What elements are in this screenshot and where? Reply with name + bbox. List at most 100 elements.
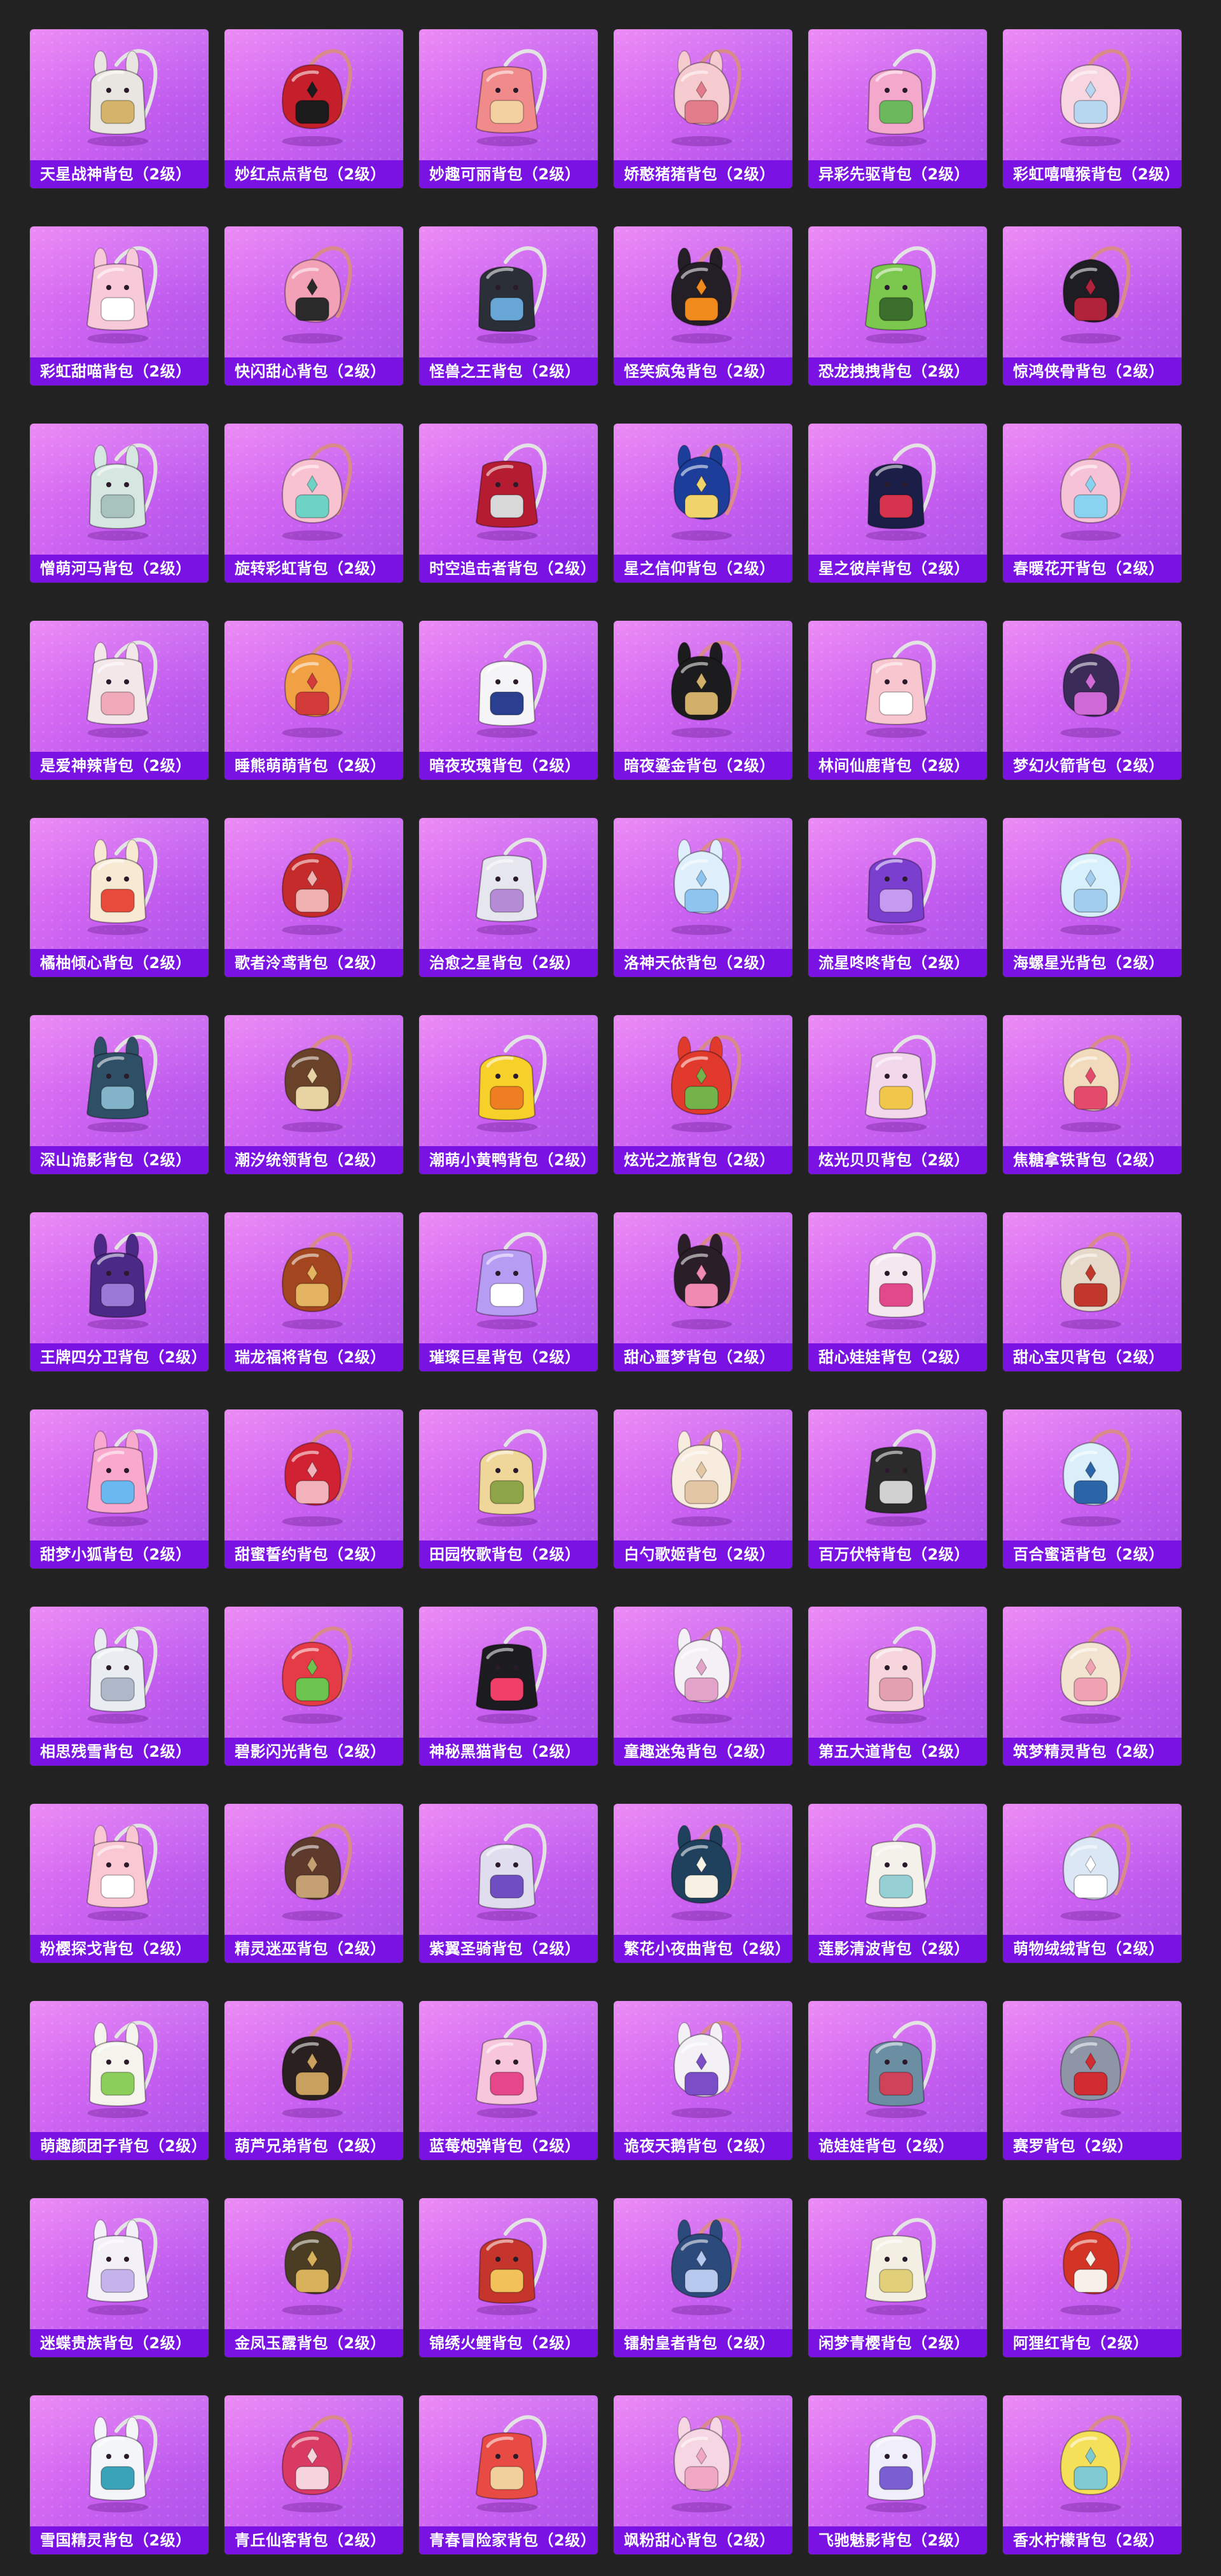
backpack-card[interactable]: 闲梦青樱背包（2级） [808,2198,987,2357]
backpack-name: 闲梦青樱背包（2级） [818,2334,970,2352]
backpack-name: 快闪甜心背包（2级） [235,363,386,380]
backpack-name: 筑梦精灵背包（2级） [1013,1743,1164,1761]
backpack-card[interactable]: 歌者泠鸢背包（2级） [224,818,403,977]
backpack-card[interactable]: 甜心娃娃背包（2级） [808,1212,987,1371]
backpack-card[interactable]: 童趣迷兔背包（2级） [614,1607,792,1766]
backpack-card[interactable]: 筑梦精灵背包（2级） [1003,1607,1182,1766]
backpack-card[interactable]: 炫光贝贝背包（2级） [808,1015,987,1174]
backpack-card[interactable]: 诡夜天鹅背包（2级） [614,2001,792,2160]
backpack-card[interactable]: 精灵迷巫背包（2级） [224,1804,403,1963]
backpack-card[interactable]: 锦绣火鲤背包（2级） [419,2198,598,2357]
backpack-card[interactable]: 时空追击者背包（2级） [419,424,598,583]
backpack-card[interactable]: 橘柚倾心背包（2级） [30,818,209,977]
backpack-card[interactable]: 金凤玉露背包（2级） [224,2198,403,2357]
backpack-label-bar: 童趣迷兔背包（2级） [614,1738,792,1766]
backpack-card[interactable]: 镭射皇者背包（2级） [614,2198,792,2357]
backpack-card[interactable]: 深山诡影背包（2级） [30,1015,209,1174]
backpack-card[interactable]: 是爱神辣背包（2级） [30,621,209,780]
backpack-card[interactable]: 彩虹嘻嘻猴背包（2级） [1003,29,1182,188]
backpack-card[interactable]: 白勺歌姬背包（2级） [614,1409,792,1568]
backpack-card[interactable]: 恐龙拽拽背包（2级） [808,226,987,385]
backpack-icon [614,1804,792,1931]
backpack-card[interactable]: 璀璨巨星背包（2级） [419,1212,598,1371]
backpack-card[interactable]: 洛神天依背包（2级） [614,818,792,977]
backpack-card[interactable]: 妙趣可丽背包（2级） [419,29,598,188]
backpack-label-bar: 睡熊萌萌背包（2级） [224,752,403,780]
backpack-card[interactable]: 百万伏特背包（2级） [808,1409,987,1568]
backpack-card[interactable]: 睡熊萌萌背包（2级） [224,621,403,780]
backpack-card[interactable]: 百合蜜语背包（2级） [1003,1409,1182,1568]
backpack-card[interactable]: 焦糖拿铁背包（2级） [1003,1015,1182,1174]
backpack-label-bar: 流星咚咚背包（2级） [808,949,987,977]
backpack-card[interactable]: 莲影清波背包（2级） [808,1804,987,1963]
backpack-icon [224,2198,403,2325]
backpack-card[interactable]: 蓝莓炮弹背包（2级） [419,2001,598,2160]
backpack-name: 恐龙拽拽背包（2级） [818,363,970,380]
backpack-card[interactable]: 怪笑疯兔背包（2级） [614,226,792,385]
backpack-card[interactable]: 青春冒险家背包（2级） [419,2395,598,2554]
backpack-card[interactable]: 萌趣颜团子背包（2级） [30,2001,209,2160]
backpack-card[interactable]: 第五大道背包（2级） [808,1607,987,1766]
backpack-card[interactable]: 迷蝶贵族背包（2级） [30,2198,209,2357]
backpack-card[interactable]: 繁花小夜曲背包（2级） [614,1804,792,1963]
backpack-card[interactable]: 海螺星光背包（2级） [1003,818,1182,977]
backpack-icon [419,226,598,354]
backpack-card[interactable]: 飒粉甜心背包（2级） [614,2395,792,2554]
backpack-card[interactable]: 甜蜜誓约背包（2级） [224,1409,403,1568]
backpack-icon [224,2395,403,2523]
backpack-name: 治愈之星背包（2级） [429,954,581,972]
backpack-card[interactable]: 诡娃娃背包（2级） [808,2001,987,2160]
backpack-card[interactable]: 旋转彩虹背包（2级） [224,424,403,583]
backpack-card[interactable]: 星之信仰背包（2级） [614,424,792,583]
backpack-card[interactable]: 飞驰魅影背包（2级） [808,2395,987,2554]
backpack-card[interactable]: 阿狸红背包（2级） [1003,2198,1182,2357]
backpack-card[interactable]: 彩虹甜喵背包（2级） [30,226,209,385]
backpack-card[interactable]: 炫光之旅背包（2级） [614,1015,792,1174]
backpack-card[interactable]: 娇憨猪猪背包（2级） [614,29,792,188]
backpack-label-bar: 百合蜜语背包（2级） [1003,1541,1182,1568]
backpack-card[interactable]: 赛罗背包（2级） [1003,2001,1182,2160]
backpack-card[interactable]: 瑞龙福将背包（2级） [224,1212,403,1371]
backpack-card[interactable]: 相思残雪背包（2级） [30,1607,209,1766]
backpack-card[interactable]: 星之彼岸背包（2级） [808,424,987,583]
backpack-icon [224,818,403,945]
backpack-icon [808,226,987,354]
backpack-card[interactable]: 暗夜玫瑰背包（2级） [419,621,598,780]
backpack-card[interactable]: 神秘黑猫背包（2级） [419,1607,598,1766]
backpack-card[interactable]: 甜心宝贝背包（2级） [1003,1212,1182,1371]
backpack-label-bar: 春暖花开背包（2级） [1003,555,1182,583]
backpack-card[interactable]: 田园牧歌背包（2级） [419,1409,598,1568]
backpack-name: 迷蝶贵族背包（2级） [40,2334,191,2352]
backpack-card[interactable]: 天星战神背包（2级） [30,29,209,188]
backpack-card[interactable]: 梦幻火箭背包（2级） [1003,621,1182,780]
backpack-card[interactable]: 甜心噩梦背包（2级） [614,1212,792,1371]
backpack-label-bar: 璀璨巨星背包（2级） [419,1343,598,1371]
backpack-card[interactable]: 异彩先驱背包（2级） [808,29,987,188]
backpack-card[interactable]: 治愈之星背包（2级） [419,818,598,977]
backpack-icon [30,1607,209,1734]
backpack-card[interactable]: 快闪甜心背包（2级） [224,226,403,385]
backpack-card[interactable]: 葫芦兄弟背包（2级） [224,2001,403,2160]
backpack-card[interactable]: 流星咚咚背包（2级） [808,818,987,977]
backpack-card[interactable]: 憎萌河马背包（2级） [30,424,209,583]
backpack-card[interactable]: 萌物绒绒背包（2级） [1003,1804,1182,1963]
backpack-card[interactable]: 惊鸿侠骨背包（2级） [1003,226,1182,385]
backpack-card[interactable]: 甜梦小狐背包（2级） [30,1409,209,1568]
backpack-card[interactable]: 紫翼圣骑背包（2级） [419,1804,598,1963]
backpack-card[interactable]: 雪国精灵背包（2级） [30,2395,209,2554]
backpack-card[interactable]: 碧影闪光背包（2级） [224,1607,403,1766]
backpack-label-bar: 瑞龙福将背包（2级） [224,1343,403,1371]
backpack-card[interactable]: 香水柠檬背包（2级） [1003,2395,1182,2554]
backpack-card[interactable]: 妙红点点背包（2级） [224,29,403,188]
backpack-label-bar: 炫光之旅背包（2级） [614,1146,792,1174]
backpack-card[interactable]: 怪兽之王背包（2级） [419,226,598,385]
backpack-card[interactable]: 林间仙鹿背包（2级） [808,621,987,780]
backpack-card[interactable]: 潮汐统领背包（2级） [224,1015,403,1174]
backpack-card[interactable]: 粉樱探戈背包（2级） [30,1804,209,1963]
backpack-card[interactable]: 潮萌小黄鸭背包（2级） [419,1015,598,1174]
backpack-card[interactable]: 暗夜鎏金背包（2级） [614,621,792,780]
backpack-card[interactable]: 春暖花开背包（2级） [1003,424,1182,583]
backpack-card[interactable]: 王牌四分卫背包（2级） [30,1212,209,1371]
backpack-label-bar: 星之彼岸背包（2级） [808,555,987,583]
backpack-card[interactable]: 青丘仙客背包（2级） [224,2395,403,2554]
